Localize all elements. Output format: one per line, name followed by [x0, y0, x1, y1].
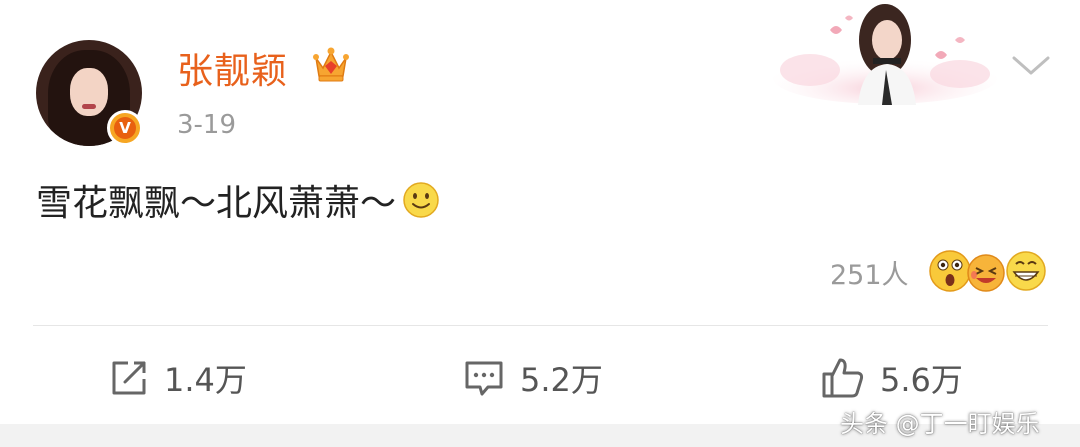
- grin-emoji-icon: [1006, 251, 1046, 291]
- decorative-banner-image: [773, 4, 997, 105]
- post-text: 雪花飘飘～北风萧萧～: [36, 183, 397, 224]
- avatar-lips: [82, 104, 96, 109]
- post-content: 雪花飘飘～北风萧萧～: [36, 174, 440, 226]
- smile-emoji-icon: [403, 182, 439, 218]
- thumbs-up-icon: [822, 358, 864, 398]
- crown-icon: [313, 47, 349, 82]
- reaction-emojis[interactable]: [928, 248, 1048, 294]
- like-button[interactable]: 5.6万: [820, 355, 963, 401]
- share-count: 1.4万: [164, 361, 247, 399]
- username[interactable]: 张靓颖: [177, 42, 288, 94]
- chevron-down-icon[interactable]: [1008, 50, 1054, 80]
- share-button[interactable]: 1.4万: [108, 355, 247, 401]
- divider: [33, 325, 1048, 326]
- comment-count: 5.2万: [520, 361, 603, 399]
- comment-button[interactable]: 5.2万: [462, 355, 603, 401]
- watermark: 头条 @丁一盯娱乐: [840, 410, 1040, 438]
- post-date: 3-19: [177, 110, 237, 140]
- laugh-cry-emoji-icon: [967, 254, 1005, 292]
- like-count: 5.6万: [880, 361, 963, 399]
- surprised-emoji-icon: [929, 250, 971, 292]
- verified-badge: V: [107, 110, 143, 146]
- reaction-count[interactable]: 251人: [830, 253, 909, 292]
- comment-icon: [465, 361, 503, 396]
- share-icon: [112, 361, 146, 395]
- verified-badge-label: V: [114, 117, 136, 139]
